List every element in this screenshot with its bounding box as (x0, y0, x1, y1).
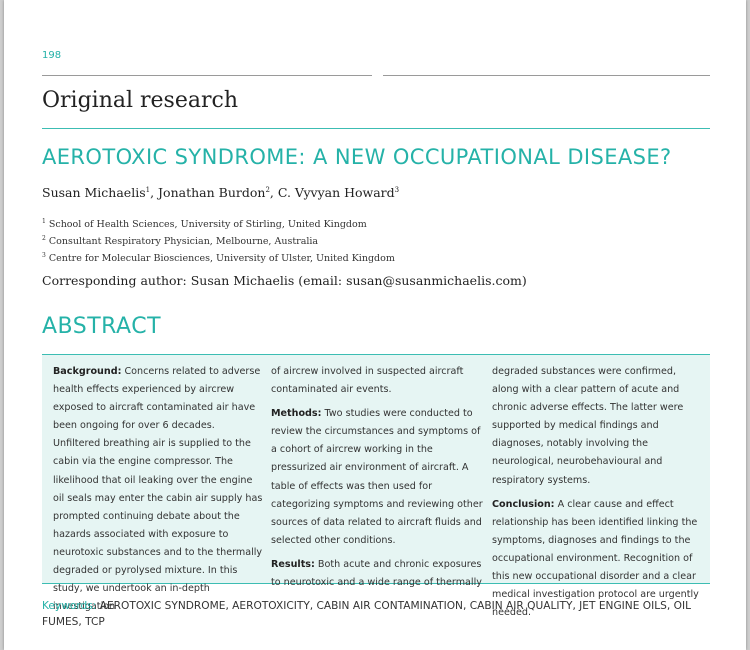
results-continued-text: degraded substances were confirmed, alon… (492, 366, 684, 486)
affiliation: 2 Consultant Respiratory Physician, Melb… (42, 235, 318, 247)
affiliation-number: 1 (42, 218, 46, 225)
abstract-box: Background: Concerns related to adverse … (42, 354, 710, 618)
author-name: Susan Michaelis (42, 185, 146, 200)
affiliation-text: Centre for Molecular Biosciences, Univer… (48, 253, 395, 265)
author-name: Jonathan Burdon (158, 185, 266, 200)
author-list: Susan Michaelis1, Jonathan Burdon2, C. V… (42, 185, 400, 200)
author-name: C. Vyvyan Howard (277, 185, 395, 200)
keywords-label: Keywords: (42, 600, 97, 612)
background-continued-text: of aircrew involved in suspected aircraf… (271, 366, 464, 396)
author-affiliation-marker: 1 (145, 185, 151, 194)
section-rule (42, 128, 710, 129)
abstract-column-1: Background: Concerns related to adverse … (53, 363, 263, 622)
paper-page: 198 Original research AEROTOXIC SYNDROME… (4, 0, 746, 650)
abstract-column-2: of aircrew involved in suspected aircraf… (271, 363, 483, 598)
results-label: Results: (271, 558, 315, 570)
methods-label: Methods: (271, 408, 322, 420)
corresponding-author: Corresponding author: Susan Michaelis (e… (42, 273, 527, 288)
abstract-paragraph: degraded substances were confirmed, alon… (492, 363, 704, 490)
abstract-paragraph: Background: Concerns related to adverse … (53, 363, 263, 616)
methods-text: Two studies were conducted to review the… (271, 408, 483, 546)
article-title: AEROTOXIC SYNDROME: A NEW OCCUPATIONAL D… (42, 145, 672, 169)
affiliation-number: 3 (42, 252, 46, 259)
conclusion-label: Conclusion: (492, 498, 555, 510)
affiliation: 3 Centre for Molecular Biosciences, Univ… (42, 252, 395, 264)
page-number: 198 (42, 50, 62, 61)
author-affiliation-marker: 3 (394, 185, 400, 194)
abstract-paragraph: Methods: Two studies were conducted to r… (271, 405, 483, 550)
background-label: Background: (53, 366, 122, 377)
keywords: Keywords: AEROTOXIC SYNDROME, AEROTOXICI… (42, 598, 710, 630)
affiliation: 1 School of Health Sciences, University … (42, 218, 367, 230)
affiliation-text: School of Health Sciences, University of… (48, 219, 367, 231)
section-heading: Original research (42, 88, 238, 113)
author-affiliation-marker: 2 (265, 185, 270, 194)
abstract-paragraph: of aircrew involved in suspected aircraf… (271, 363, 483, 399)
affiliation-number: 2 (42, 235, 46, 242)
header-rule-left (42, 75, 372, 76)
header-rule-right (383, 75, 710, 76)
affiliation-text: Consultant Respiratory Physician, Melbou… (48, 236, 319, 248)
abstract-paragraph: Results: Both acute and chronic exposure… (271, 556, 483, 592)
abstract-heading: ABSTRACT (42, 314, 162, 339)
abstract-column-3: degraded substances were confirmed, alon… (492, 363, 704, 628)
keywords-text: AEROTOXIC SYNDROME, AEROTOXICITY, CABIN … (42, 600, 691, 628)
background-text: Concerns related to adverse health effec… (53, 366, 263, 613)
